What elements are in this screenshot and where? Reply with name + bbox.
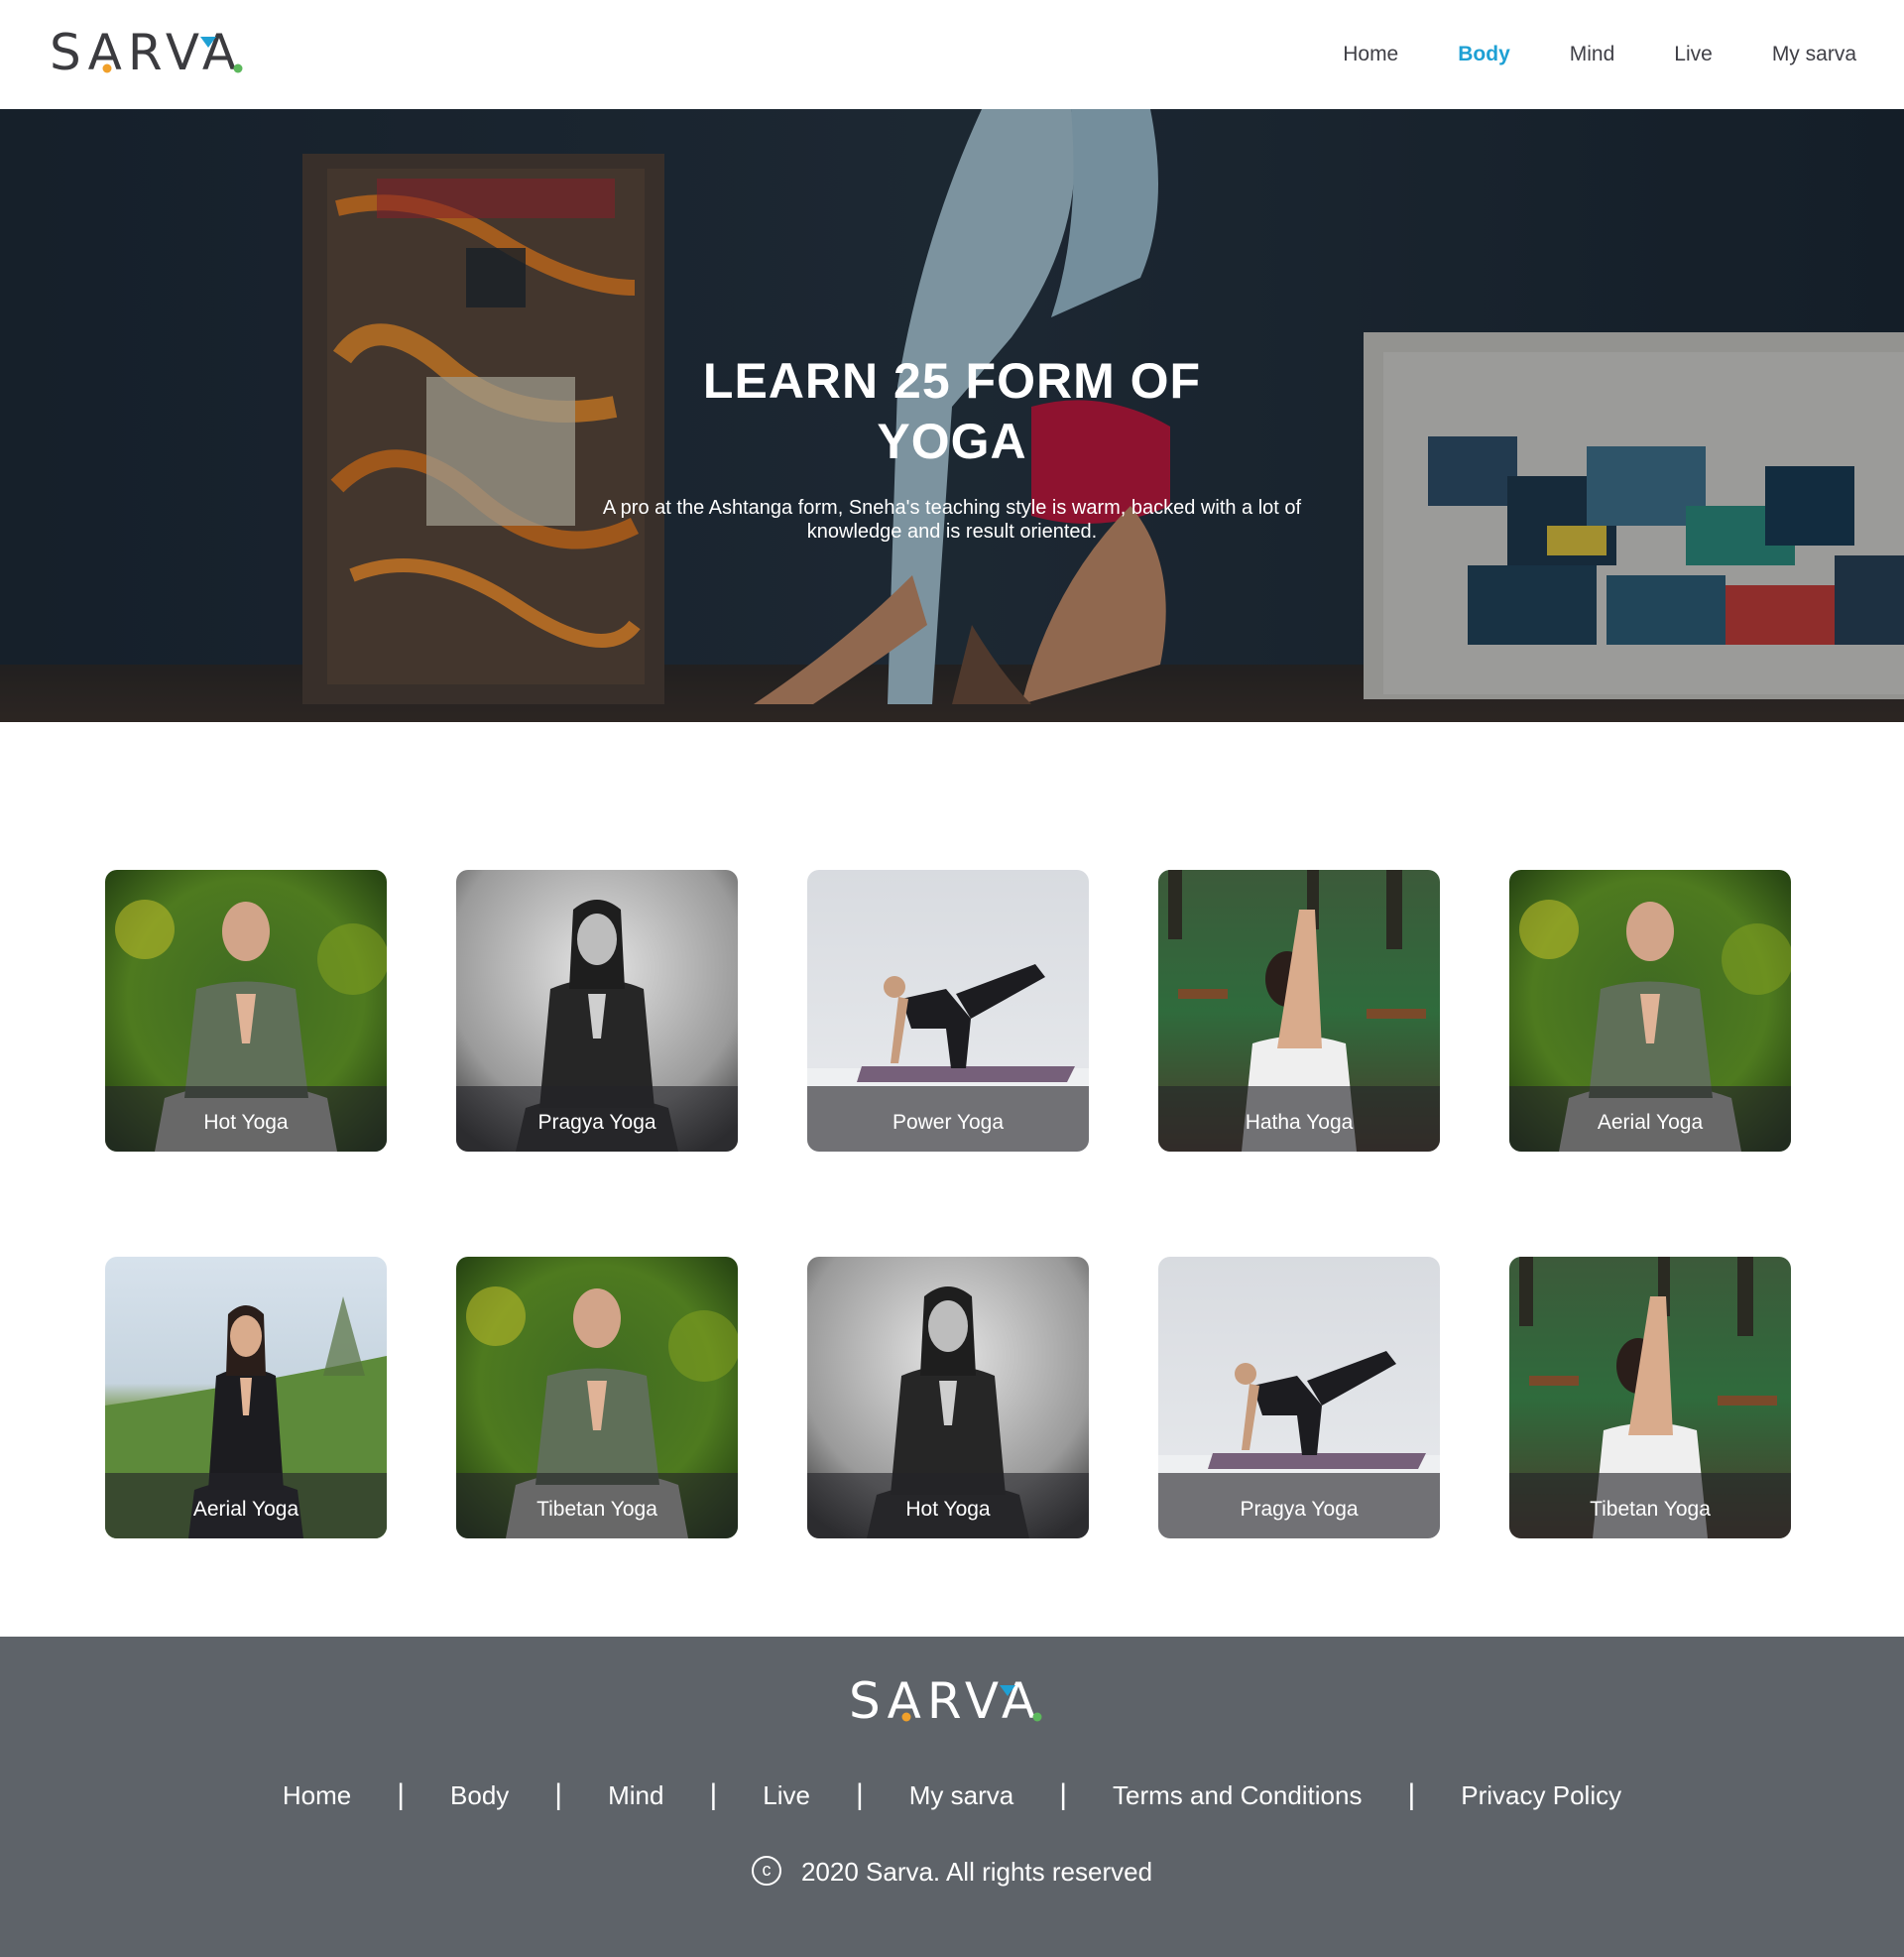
nav-live[interactable]: Live [1674,43,1713,66]
card-label: Tibetan Yoga [536,1498,657,1521]
footer-separator: | [709,1778,718,1811]
footer-link-terms[interactable]: Terms and Conditions [1113,1780,1362,1811]
footer-separator: | [1059,1778,1068,1811]
sarva-logo[interactable]: SARVA [50,28,242,77]
yoga-card[interactable]: Aerial Yoga [1509,870,1791,1152]
card-label: Pragya Yoga [537,1111,656,1134]
footer-links: Home | Body | Mind | Live | My sarva | T… [0,1775,1904,1815]
card-label: Power Yoga [892,1111,1005,1134]
footer-link-body[interactable]: Body [450,1780,509,1811]
logo-text: SARVA [50,24,243,81]
nav-mind[interactable]: Mind [1570,43,1615,66]
card-label: Aerial Yoga [1597,1111,1704,1134]
yoga-card[interactable]: Pragya Yoga [1158,1257,1440,1538]
card-label: Hot Yoga [905,1498,991,1521]
footer-separator: | [554,1778,563,1811]
card-label: Hatha Yoga [1245,1111,1354,1134]
footer-link-my-sarva[interactable]: My sarva [909,1780,1013,1811]
hero-title: LEARN 25 FORM OF YOGA [702,353,1202,469]
card-label: Aerial Yoga [192,1498,299,1521]
nav-body[interactable]: Body [1458,43,1510,66]
yoga-card[interactable]: Pragya Yoga [456,870,738,1152]
yoga-card[interactable]: Tibetan Yoga [456,1257,738,1538]
yoga-card[interactable]: Hot Yoga [105,870,387,1152]
main-nav: Home Body Mind Live My sarva [1283,0,1856,109]
hero-subtitle: A pro at the Ashtanga form, Sneha's teac… [602,497,1302,543]
footer-separator: | [397,1778,406,1811]
copyright-line: c 2020 Sarva. All rights reserved [0,1856,1904,1889]
copyright-text: 2020 Sarva. All rights reserved [800,1857,1153,1887]
nav-home[interactable]: Home [1343,43,1398,66]
nav-my-sarva[interactable]: My sarva [1772,43,1856,66]
yoga-card[interactable]: Aerial Yoga [105,1257,387,1538]
footer-link-home[interactable]: Home [283,1780,351,1811]
yoga-card[interactable]: Tibetan Yoga [1509,1257,1791,1538]
yoga-card[interactable]: Power Yoga [807,870,1089,1152]
yoga-card[interactable]: Hot Yoga [807,1257,1089,1538]
footer-separator: | [1407,1778,1416,1811]
logo-accent-dots-icon [901,1685,1042,1722]
copyright-icon: c [751,1856,781,1887]
site-footer: SARVA Home | Body | Mind | Live | My sar… [0,1637,1904,1957]
hero-banner: LEARN 25 FORM OF YOGA A pro at the Ashta… [0,109,1904,722]
site-header: SARVA Home Body Mind Live My sarva [0,0,1904,109]
footer-sarva-logo[interactable]: SARVA [849,1672,1067,1732]
card-label: Pragya Yoga [1240,1498,1359,1521]
footer-separator: | [855,1778,864,1811]
footer-link-mind[interactable]: Mind [608,1780,663,1811]
card-label: Hot Yoga [203,1111,289,1134]
footer-link-privacy[interactable]: Privacy Policy [1461,1780,1621,1811]
footer-link-live[interactable]: Live [763,1780,810,1811]
yoga-card[interactable]: Hatha Yoga [1158,870,1440,1152]
card-label: Tibetan Yoga [1590,1498,1711,1521]
